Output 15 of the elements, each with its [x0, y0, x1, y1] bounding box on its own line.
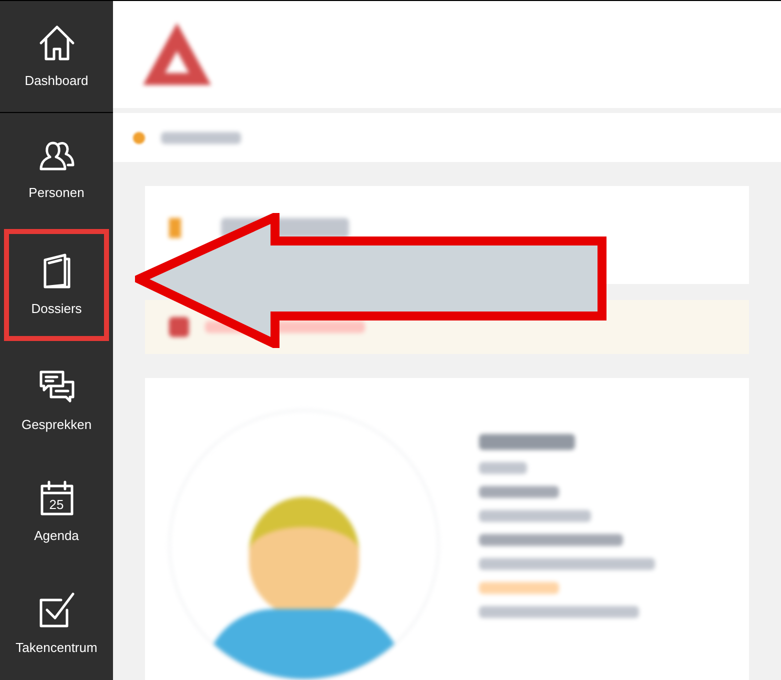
sidebar-item[interactable]: Personen: [0, 112, 113, 225]
sidebar-label: Personen: [28, 184, 84, 202]
sidebar-label: Agenda: [34, 527, 79, 546]
sidebar-item[interactable]: Gesprekken: [0, 344, 113, 456]
sidebar-item[interactable]: Takencentrum: [0, 568, 113, 680]
sidebar-label: Dashboard: [24, 72, 88, 90]
sidebar-label: Takencentrum: [16, 639, 98, 658]
sidebar-label: Dossiers: [31, 300, 82, 318]
warning-icon: [169, 317, 189, 338]
sidebar-label: Gesprekken: [21, 416, 92, 434]
sidebar-item[interactable]: Dossiers: [4, 228, 109, 340]
blurred-text: [479, 462, 527, 474]
bar-mark-icon: [169, 218, 181, 238]
sidebar-item[interactable]: 25 Agenda: [0, 456, 113, 568]
calendar-day: 25: [36, 495, 76, 515]
